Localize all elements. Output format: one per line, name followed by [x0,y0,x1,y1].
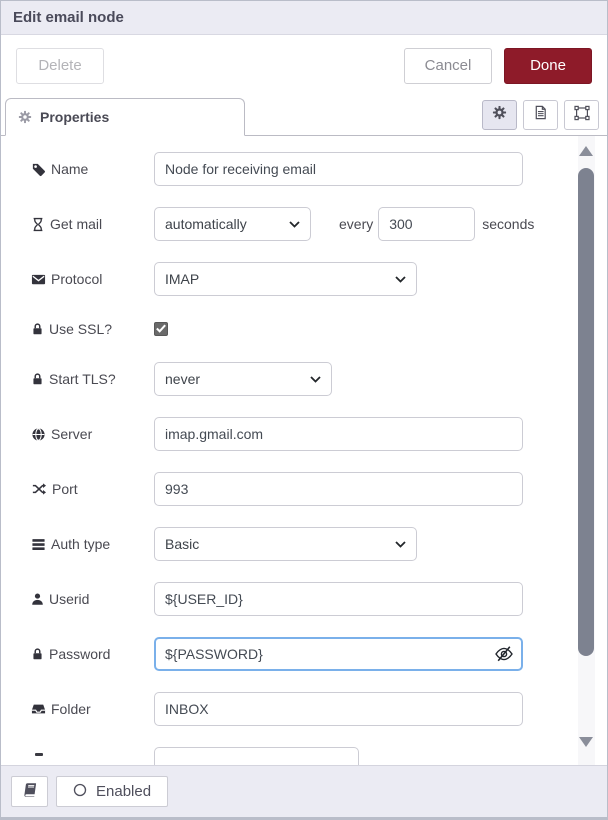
start-tls-select[interactable]: never [154,362,332,396]
envelope-icon [31,272,46,287]
edit-email-node-dialog: Edit email node Delete Cancel Done Prope… [0,0,608,820]
hourglass-icon [31,217,45,232]
user-icon [31,592,44,606]
properties-form: Name Get mail automatically [1,136,607,765]
circle-status-icon [73,783,87,801]
form-row-get-mail: Get mail automatically every seconds [31,207,567,241]
gear-icon [18,110,32,124]
globe-icon [31,427,46,442]
lock-icon [31,322,44,336]
scrollbar-thumb[interactable] [578,168,594,656]
check-icon [156,320,166,338]
folder-input[interactable] [154,692,523,726]
userid-label: Userid [31,591,154,607]
port-label: Port [31,481,154,497]
done-button[interactable]: Done [504,48,592,84]
port-input[interactable] [154,472,523,506]
form-row-server: Server [31,417,567,451]
password-label: Password [31,646,154,662]
description-button[interactable] [523,100,558,130]
delete-button[interactable]: Delete [16,48,104,84]
inbox-icon [31,702,46,716]
use-ssl-label: Use SSL? [31,321,154,337]
book-icon [22,782,38,802]
password-input[interactable] [154,637,523,671]
chevron-down-icon [289,221,300,228]
form-row-partial [31,747,567,765]
object-group-icon [574,105,590,126]
tab-properties[interactable]: Properties [5,98,245,136]
form-row-folder: Folder [31,692,567,726]
server-label: Server [31,426,154,442]
form-row-password: Password [31,637,567,671]
userid-input[interactable] [154,582,523,616]
shuffle-icon [31,482,47,496]
properties-gear-button[interactable] [482,100,517,130]
form-row-auth-type: Auth type Basic [31,527,567,561]
enabled-toggle-button[interactable]: Enabled [56,776,168,807]
form-row-use-ssl: Use SSL? [31,317,567,341]
get-mail-label: Get mail [31,216,154,232]
dialog-title: Edit email node [13,9,124,26]
file-text-icon [533,105,548,125]
name-label: Name [31,161,154,177]
scroll-down-arrow-icon[interactable] [579,737,593,747]
vertical-scrollbar[interactable] [578,136,595,765]
clipped-icon [35,753,43,756]
tag-icon [31,162,46,177]
server-bars-icon [31,537,46,552]
cancel-button[interactable]: Cancel [404,48,492,84]
scroll-up-arrow-icon[interactable] [579,146,593,156]
dialog-footer: Enabled [1,765,607,817]
form-row-start-tls: Start TLS? never [31,362,567,396]
clipped-input[interactable] [154,747,359,765]
form-row-protocol: Protocol IMAP [31,262,567,296]
form-row-name: Name [31,152,567,186]
use-ssl-checkbox[interactable] [154,322,168,336]
tab-toolbar [482,100,599,135]
chevron-down-icon [395,276,406,283]
chevron-down-icon [395,541,406,548]
protocol-label: Protocol [31,271,154,287]
chevron-down-icon [310,376,321,383]
password-field-wrap [154,637,523,671]
lock-icon [31,372,44,386]
auth-type-label: Auth type [31,536,154,552]
start-tls-label: Start TLS? [31,371,154,387]
appearance-button[interactable] [564,100,599,130]
get-mail-select[interactable]: automatically [154,207,311,241]
server-input[interactable] [154,417,523,451]
protocol-select[interactable]: IMAP [154,262,417,296]
every-label: every [339,216,373,232]
name-input[interactable] [154,152,523,186]
eye-slash-icon[interactable] [494,644,514,664]
folder-label: Folder [31,701,154,717]
auth-type-select[interactable]: Basic [154,527,417,561]
form-row-userid: Userid [31,582,567,616]
docs-button[interactable] [11,776,48,807]
tab-bar: Properties [1,96,607,136]
lock-icon [31,647,44,661]
seconds-label: seconds [482,216,534,232]
interval-input[interactable] [378,207,475,241]
gear-icon [492,105,507,125]
enabled-label: Enabled [96,783,151,800]
tab-properties-label: Properties [40,109,109,125]
dialog-header: Edit email node [1,1,607,35]
form-row-port: Port [31,472,567,506]
action-button-bar: Delete Cancel Done [1,35,607,96]
